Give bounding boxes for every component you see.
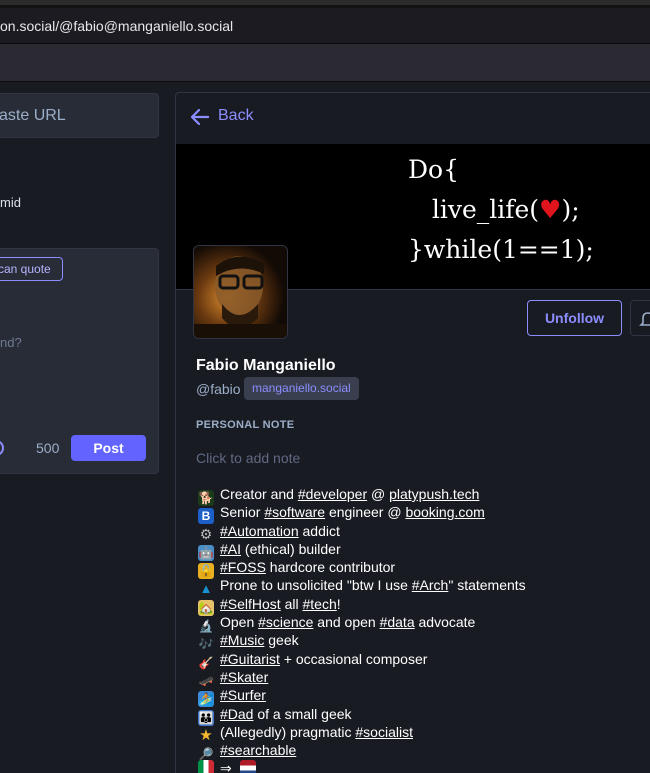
hashtag-link[interactable]: #Music — [220, 632, 264, 648]
hashtag-link[interactable]: #developer — [298, 486, 367, 502]
bell-icon — [639, 312, 650, 326]
hashtag-link[interactable]: #tech — [303, 596, 337, 612]
url-text[interactable]: on.social/@fabio@manganiello.social — [0, 18, 233, 34]
bio-line: 🛹 #Skater — [198, 669, 648, 688]
bio-line: 🎶 #Music geek — [198, 632, 299, 652]
hashtag-link[interactable]: #Skater — [220, 669, 268, 685]
account-handle: @fabio — [196, 381, 241, 397]
heart-icon: ♥ — [539, 195, 562, 224]
external-link[interactable]: booking.com — [405, 504, 484, 520]
header-code-text: Do{ live_life(♥); }while(1==1); — [408, 155, 594, 264]
hashtag-link[interactable]: #Automation — [220, 523, 299, 539]
bio-line: 🔎 #searchable — [198, 742, 648, 761]
bio-line: 🤖 #AI (ethical) builder — [198, 540, 341, 561]
compose-placeholder[interactable]: nd? — [0, 335, 22, 350]
avatar[interactable] — [193, 245, 288, 339]
bio-line: 🐕 Creator and #developer @ platypush.tech — [198, 486, 480, 506]
domain-badge[interactable]: manganiello.social — [244, 377, 359, 400]
search-input[interactable]: aste URL — [0, 93, 159, 138]
bio-line: B Senior #software engineer @ booking.com — [198, 504, 648, 525]
bio-line: ⚙ #Automation addict — [199, 522, 340, 542]
external-link[interactable]: platypush.tech — [389, 486, 479, 502]
hashtag-link[interactable]: #science — [258, 614, 313, 630]
hashtag-link[interactable]: #socialist — [355, 724, 413, 740]
bio-line: 🏡 #SelfHost all #tech! — [198, 595, 341, 616]
hashtag-link[interactable]: #searchable — [220, 742, 296, 758]
hashtag-link[interactable]: #Guitarist — [220, 651, 280, 667]
post-button[interactable]: Post — [71, 435, 146, 461]
address-bar[interactable]: on.social/@fabio@manganiello.social — [0, 8, 650, 44]
bio-line: 🔬 Open #science and open #data advocate — [198, 614, 476, 634]
bookmarks-toolbar — [0, 44, 650, 82]
account-name-fragment: mid — [0, 195, 21, 210]
bio-line: ▲ Prone to unsolicited "btw I use #Arch" … — [199, 577, 526, 597]
character-count: 500 — [36, 440, 60, 456]
gear-icon: ⚙ — [199, 525, 213, 542]
search-placeholder: aste URL — [0, 107, 66, 124]
bio-line: 🔓 #FOSS hardcore contributor — [198, 559, 396, 580]
hashtag-link[interactable]: #Surfer — [220, 687, 266, 703]
bio-line: 👪 #Dad of a small geek — [198, 705, 352, 726]
arrow-left-icon — [191, 109, 209, 125]
bio-line: ★ (Allegedly) pragmatic #socialist — [199, 723, 413, 744]
hashtag-link[interactable]: #AI — [220, 541, 241, 557]
personal-note-input[interactable]: Click to add note — [196, 450, 300, 466]
hashtag-link[interactable]: #software — [264, 504, 325, 520]
profile-bio: 🐕 Creator and #developer @ platypush.tech… — [198, 486, 648, 773]
window-top-strip — [0, 0, 650, 8]
italy-flag-icon — [198, 760, 214, 773]
hashtag-link[interactable]: #Dad — [220, 706, 253, 722]
avatar-portrait-icon — [194, 246, 287, 338]
bio-line: 🎸 #Guitarist + occasional composer — [198, 650, 428, 670]
hashtag-link[interactable]: #Arch — [412, 577, 449, 593]
personal-note-title: PERSONAL NOTE — [196, 419, 295, 431]
unfollow-button[interactable]: Unfollow — [527, 300, 622, 336]
bio-line: 🏄 #Surfer — [198, 687, 648, 708]
back-label[interactable]: Back — [218, 107, 254, 125]
netherlands-flag-icon — [239, 760, 256, 773]
quote-policy-badge[interactable]: can quote — [0, 257, 63, 281]
hashtag-link[interactable]: #FOSS — [220, 559, 266, 575]
hashtag-link[interactable]: #SelfHost — [220, 596, 281, 612]
notify-button[interactable] — [630, 300, 650, 336]
display-name: Fabio Manganiello — [196, 357, 336, 374]
hashtag-link[interactable]: #data — [380, 614, 415, 630]
bio-line: ⇒ — [198, 760, 648, 773]
